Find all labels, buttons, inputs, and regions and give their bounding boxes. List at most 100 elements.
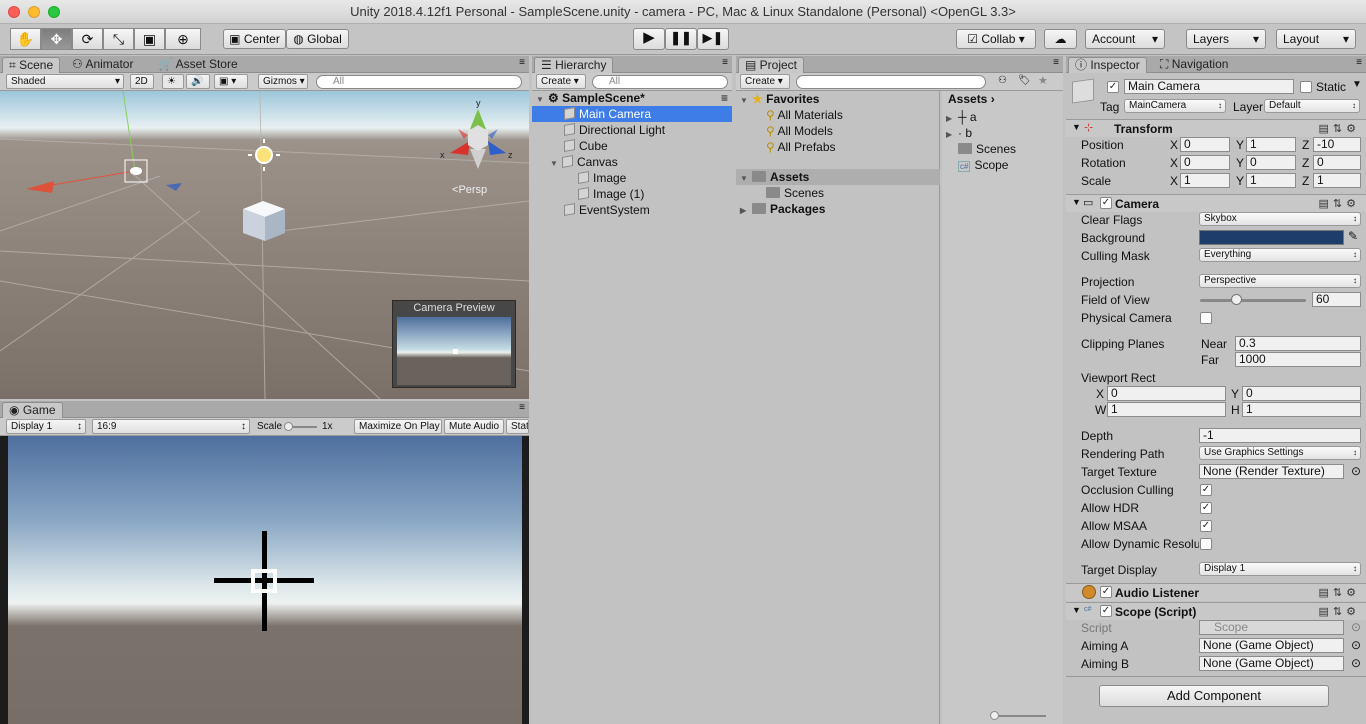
- object-name-field[interactable]: Main Camera: [1124, 79, 1294, 94]
- tab-scene[interactable]: ⌗ Scene: [2, 57, 61, 73]
- position-x-field[interactable]: 0: [1180, 137, 1230, 152]
- scale-tool-icon[interactable]: ⤡: [103, 28, 134, 50]
- rect-tool-icon[interactable]: ▣: [134, 28, 165, 50]
- 2d-toggle[interactable]: 2D: [130, 74, 154, 89]
- persp-label[interactable]: <Persp: [452, 184, 487, 196]
- hand-tool-icon[interactable]: ✋: [10, 28, 41, 50]
- gizmos-dropdown[interactable]: Gizmos ▾: [258, 74, 308, 89]
- hierarchy-item-canvas[interactable]: ▼ Canvas: [532, 154, 732, 170]
- asset-a[interactable]: ▶ ┼ a: [946, 109, 977, 125]
- tag-dropdown[interactable]: MainCamera: [1124, 99, 1226, 113]
- camera-header[interactable]: ▼ ▭ ✓ Camera ▤⇅⚙: [1066, 194, 1366, 212]
- hierarchy-menu-icon[interactable]: ≡: [722, 57, 728, 68]
- project-search-input[interactable]: [796, 75, 986, 89]
- close-window-button[interactable]: [8, 6, 20, 18]
- viewport-h-field[interactable]: 1: [1242, 402, 1361, 417]
- allow-hdr-checkbox[interactable]: ✓: [1200, 502, 1212, 514]
- scene-root-row[interactable]: ▼ ⚙ SampleScene* ≡: [532, 90, 732, 106]
- tab-navigation[interactable]: ⛶ Navigation: [1154, 57, 1234, 73]
- hierarchy-item-main-camera[interactable]: Main Camera: [532, 106, 732, 122]
- aiming-b-picker-icon[interactable]: ⊙: [1351, 656, 1361, 670]
- position-y-field[interactable]: 1: [1246, 137, 1296, 152]
- aiming-a-field[interactable]: None (Game Object): [1199, 638, 1344, 653]
- icon-size-slider[interactable]: [992, 715, 1046, 717]
- scale-slider-thumb[interactable]: [284, 422, 293, 431]
- game-viewport[interactable]: [0, 436, 529, 724]
- viewport-x-field[interactable]: 0: [1107, 386, 1226, 401]
- audio-listener-header[interactable]: ✓ Audio Listener ▤⇅⚙: [1066, 583, 1366, 601]
- hierarchy-create-dropdown[interactable]: Create ▾: [536, 74, 586, 89]
- scene-search-input[interactable]: All: [316, 75, 522, 89]
- favorite-star-icon[interactable]: ★: [1038, 74, 1048, 87]
- tab-asset-store[interactable]: 🛒 Asset Store: [152, 57, 244, 73]
- favorite-all-materials[interactable]: ⚲ All Materials: [766, 107, 843, 123]
- pause-button[interactable]: ❚❚: [665, 28, 697, 50]
- audio-listener-enabled-checkbox[interactable]: ✓: [1100, 586, 1112, 598]
- audio-toggle-icon[interactable]: 🔊: [186, 74, 210, 89]
- effects-dropdown-icon[interactable]: ▣ ▾: [214, 74, 248, 89]
- favorite-all-prefabs[interactable]: ⚲ All Prefabs: [766, 139, 836, 155]
- target-display-dropdown[interactable]: Display 1: [1199, 562, 1361, 576]
- component-actions-icon[interactable]: ▤⇅⚙: [1319, 586, 1360, 599]
- foldout-arrow-icon[interactable]: ▼: [1072, 605, 1081, 615]
- packages-folder-row[interactable]: ▶ Packages: [740, 201, 825, 217]
- aiming-a-picker-icon[interactable]: ⊙: [1351, 638, 1361, 652]
- rotate-tool-icon[interactable]: ⟳: [72, 28, 103, 50]
- hierarchy-item-cube[interactable]: Cube: [532, 138, 732, 154]
- tab-game[interactable]: ◉ Game: [2, 402, 63, 418]
- minimize-window-button[interactable]: [28, 6, 40, 18]
- allow-dynamic-resolution-checkbox[interactable]: [1200, 538, 1212, 550]
- assets-breadcrumb[interactable]: Assets ›: [948, 91, 995, 107]
- physical-camera-checkbox[interactable]: [1200, 312, 1212, 324]
- shading-mode-dropdown[interactable]: Shaded ▾: [6, 74, 124, 89]
- filter-label-icon[interactable]: 🏷: [1018, 75, 1031, 86]
- mute-audio-toggle[interactable]: Mute Audio: [444, 419, 504, 434]
- scale-z-field[interactable]: 1: [1313, 173, 1361, 188]
- maximize-on-play-toggle[interactable]: Maximize On Play: [354, 419, 442, 434]
- account-dropdown[interactable]: Account ▾: [1085, 29, 1165, 49]
- far-field[interactable]: 1000: [1235, 352, 1361, 367]
- object-picker-icon[interactable]: ⊙: [1351, 464, 1361, 478]
- cloud-icon[interactable]: ☁: [1044, 29, 1077, 49]
- asset-scope-script[interactable]: c# Scope: [958, 157, 1008, 173]
- component-actions-icon[interactable]: ▤⇅⚙: [1319, 122, 1360, 135]
- depth-field[interactable]: -1: [1199, 428, 1361, 443]
- hierarchy-item-eventsystem[interactable]: EventSystem: [532, 202, 732, 218]
- scene-viewport[interactable]: x z y <Persp Camera Preview: [0, 91, 529, 399]
- pivot-global-button[interactable]: ◍ Global: [286, 29, 349, 49]
- rendering-path-dropdown[interactable]: Use Graphics Settings: [1199, 446, 1361, 460]
- rotation-z-field[interactable]: 0: [1313, 155, 1361, 170]
- culling-mask-dropdown[interactable]: Everything: [1199, 248, 1361, 262]
- panel-menu-icon[interactable]: ≡: [519, 57, 525, 68]
- fov-slider[interactable]: [1200, 299, 1306, 302]
- layer-dropdown[interactable]: Default: [1264, 99, 1360, 113]
- static-dropdown-icon[interactable]: ▼: [1352, 79, 1362, 90]
- background-color-swatch[interactable]: [1199, 230, 1344, 245]
- aspect-dropdown[interactable]: 16:9 ↕: [92, 419, 250, 434]
- assets-folder-row[interactable]: ▼ Assets: [736, 169, 940, 185]
- step-button[interactable]: ▶❚: [697, 28, 729, 50]
- icon-size-thumb[interactable]: [990, 711, 999, 720]
- static-checkbox[interactable]: [1300, 81, 1312, 93]
- asset-b[interactable]: ▶ · b: [946, 125, 972, 141]
- asset-scenes-folder[interactable]: Scenes: [958, 141, 1016, 157]
- display-dropdown[interactable]: Display 1 ↕: [6, 419, 86, 434]
- hierarchy-item-image[interactable]: Image: [532, 170, 732, 186]
- favorites-row[interactable]: ▼ ★ Favorites: [740, 91, 819, 107]
- viewport-y-field[interactable]: 0: [1242, 386, 1361, 401]
- viewport-w-field[interactable]: 1: [1107, 402, 1226, 417]
- scope-enabled-checkbox[interactable]: ✓: [1100, 605, 1112, 617]
- projection-dropdown[interactable]: Perspective: [1199, 274, 1361, 288]
- transform-header[interactable]: ▼ ⊹ Transform ▤⇅⚙: [1066, 119, 1366, 137]
- tab-inspector[interactable]: ⓘ Inspector: [1068, 57, 1147, 73]
- tab-hierarchy[interactable]: ☰ Hierarchy: [534, 57, 614, 73]
- filter-type-icon[interactable]: ⚇: [998, 75, 1007, 86]
- component-actions-icon[interactable]: ▤⇅⚙: [1319, 197, 1360, 210]
- lighting-toggle-icon[interactable]: ☀: [162, 74, 184, 89]
- near-field[interactable]: 0.3: [1235, 336, 1361, 351]
- pivot-center-button[interactable]: ▣ Center: [223, 29, 286, 49]
- hierarchy-search-input[interactable]: All: [592, 75, 728, 89]
- fov-field[interactable]: 60: [1312, 292, 1361, 307]
- camera-enabled-checkbox[interactable]: ✓: [1100, 197, 1112, 209]
- aiming-b-field[interactable]: None (Game Object): [1199, 656, 1344, 671]
